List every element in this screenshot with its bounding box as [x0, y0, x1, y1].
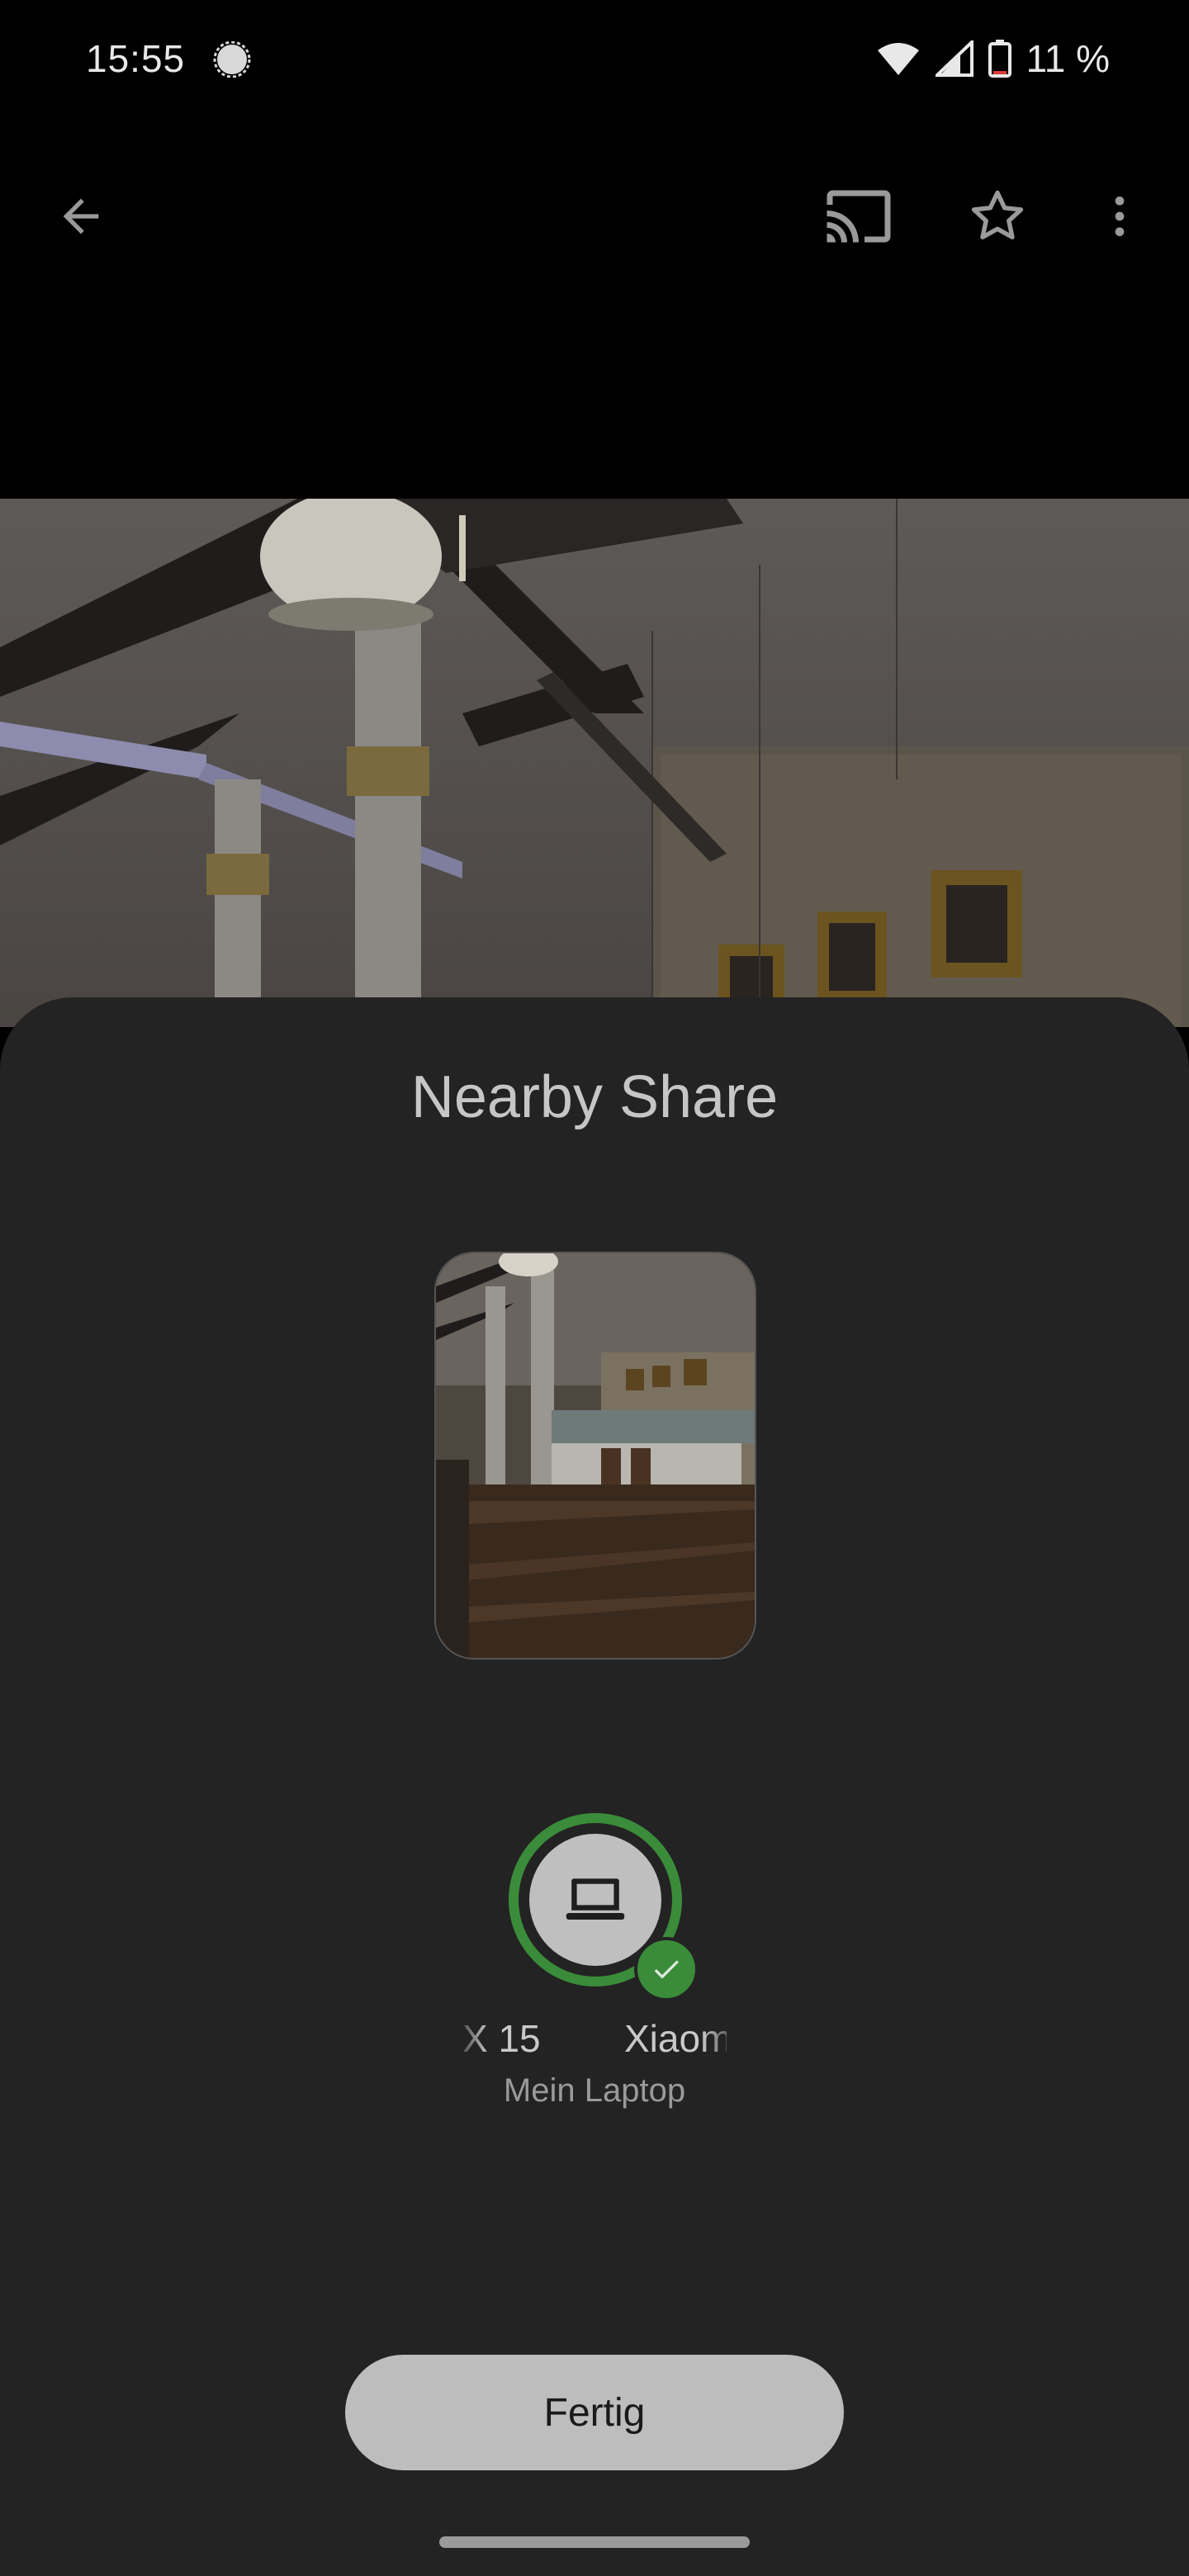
notification-icon	[213, 41, 251, 78]
check-icon	[634, 1937, 699, 2001]
device-subtitle: Mein Laptop	[503, 2072, 686, 2109]
status-icons: 11 %	[876, 36, 1110, 81]
wifi-icon	[877, 43, 919, 75]
more-vert-icon[interactable]	[1085, 182, 1154, 251]
done-button[interactable]: Fertig	[345, 2355, 844, 2470]
cast-icon[interactable]	[824, 182, 893, 251]
star-icon[interactable]	[963, 182, 1032, 251]
background-photo	[0, 499, 1189, 1027]
signal-icon	[935, 40, 973, 77]
clock: 15:55	[86, 37, 186, 80]
photo-app-bar	[0, 149, 1189, 281]
shared-photo-preview	[434, 1252, 756, 1660]
home-indicator[interactable]	[439, 2536, 750, 2548]
battery-percentage: 11 %	[1026, 37, 1110, 80]
scroll-fade-left	[452, 2011, 489, 2069]
status-bar: 15:55 11 %	[0, 0, 1189, 116]
sheet-title: Nearby Share	[410, 1064, 779, 1130]
battery-icon	[988, 40, 1011, 78]
scroll-fade-right	[702, 2011, 743, 2069]
nearby-share-sheet: Nearby Share X 15 Xiaom Mein Laptop Fert…	[0, 997, 1189, 2576]
back-arrow-icon[interactable]	[46, 182, 116, 251]
laptop-icon	[566, 1878, 625, 1920]
device-avatar	[529, 1834, 661, 1966]
